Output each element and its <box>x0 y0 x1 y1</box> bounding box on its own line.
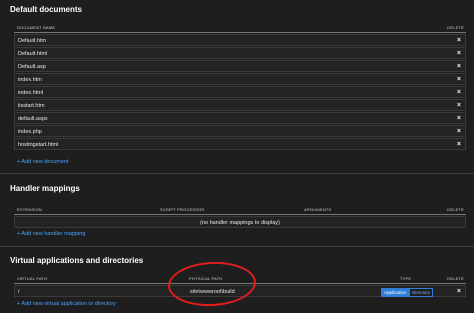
document-name[interactable]: Default.asp <box>18 64 46 70</box>
empty-message: (no handler mappings to display) <box>200 219 280 226</box>
default-documents-table: DOCUMENT NAME DELETE Default.htm × Default… <box>14 23 466 150</box>
virtual-apps-title: Virtual applications and directories <box>10 256 144 265</box>
handler-mappings-title: Handler mappings <box>10 184 80 193</box>
col-arguments: ARGUMENTS <box>304 207 332 212</box>
col-document-name: DOCUMENT NAME <box>17 25 56 30</box>
table-row: Default.asp × <box>14 60 466 72</box>
delete-icon[interactable]: × <box>457 115 461 122</box>
col-delete: DELETE <box>447 276 464 281</box>
virtual-path-value: / <box>18 288 20 295</box>
add-virtual-app-link[interactable]: + Add new virtual application or directo… <box>17 301 116 307</box>
document-name[interactable]: index.php <box>18 129 42 135</box>
table-row: Default.htm × <box>14 34 466 46</box>
default-documents-title: Default documents <box>10 5 83 14</box>
table-row: iisstart.htm × <box>14 99 466 111</box>
delete-icon[interactable]: × <box>457 63 461 70</box>
delete-icon[interactable]: × <box>457 128 461 135</box>
col-virtual-path: VIRTUAL PATH <box>17 276 48 281</box>
document-name[interactable]: iisstart.htm <box>18 103 45 109</box>
document-name[interactable]: Default.html <box>18 51 47 57</box>
table-row: Default.html × <box>14 47 466 59</box>
col-delete: DELETE <box>447 207 464 212</box>
delete-icon[interactable]: × <box>457 50 461 57</box>
delete-icon[interactable]: × <box>457 89 461 96</box>
document-name[interactable]: index.html <box>18 90 43 96</box>
col-type: TYPE <box>400 276 412 281</box>
table-row: hostingstart.html × <box>14 138 466 150</box>
col-script-processor: SCRIPT PROCESSOR <box>160 207 205 212</box>
document-rows: Default.htm × Default.html × Default.asp × ind… <box>14 34 466 150</box>
col-delete: DELETE <box>447 25 464 30</box>
delete-icon[interactable]: × <box>457 288 461 295</box>
delete-icon[interactable]: × <box>457 102 461 109</box>
highlight-circle-annotation <box>166 259 258 309</box>
delete-icon[interactable]: × <box>457 141 461 148</box>
document-name[interactable]: index.htm <box>18 77 42 83</box>
add-document-link[interactable]: + Add new document <box>17 159 69 165</box>
table-row: default.aspx × <box>14 112 466 124</box>
document-name[interactable]: Default.htm <box>18 38 46 44</box>
col-extension: EXTENSION <box>17 207 42 212</box>
table-row: index.php × <box>14 125 466 137</box>
section-divider <box>0 246 474 247</box>
handler-mappings-table: EXTENSION SCRIPT PROCESSOR ARGUMENTS DEL… <box>14 205 466 228</box>
delete-icon[interactable]: × <box>457 76 461 83</box>
delete-icon[interactable]: × <box>457 37 461 44</box>
table-header: EXTENSION SCRIPT PROCESSOR ARGUMENTS DEL… <box>14 205 466 215</box>
empty-row: (no handler mappings to display) <box>14 216 466 228</box>
type-application-option[interactable]: Application <box>381 288 410 297</box>
section-divider <box>0 173 474 174</box>
add-handler-mapping-link[interactable]: + Add new handler mapping <box>17 231 85 237</box>
document-name[interactable]: hostingstart.html <box>18 142 58 148</box>
type-directory-option[interactable]: Directory <box>409 288 434 297</box>
table-row: index.html × <box>14 86 466 98</box>
table-header: DOCUMENT NAME DELETE <box>14 23 466 33</box>
document-name[interactable]: default.aspx <box>18 116 48 122</box>
table-row: index.htm × <box>14 73 466 85</box>
